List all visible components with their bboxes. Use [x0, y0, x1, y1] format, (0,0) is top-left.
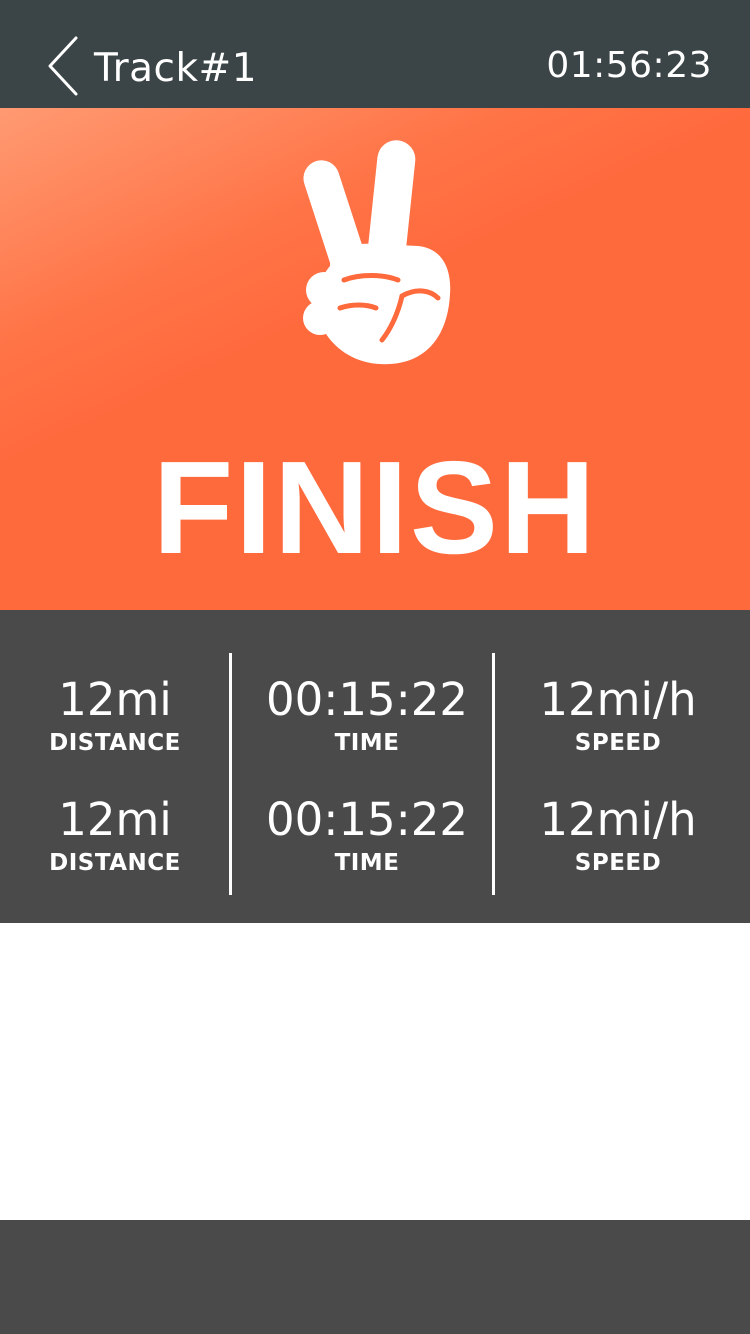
speed-stat: 12mi/h SPEED	[512, 792, 724, 878]
distance-label: DISTANCE	[49, 850, 181, 876]
time-label: TIME	[334, 730, 400, 756]
speed-label: SPEED	[574, 850, 662, 876]
peace-hand-icon	[303, 140, 451, 365]
distance-value: 12mi	[58, 673, 172, 726]
speed-value: 12mi/h	[539, 793, 697, 846]
column-divider	[492, 653, 495, 895]
time-value: 00:15:22	[265, 793, 469, 846]
finish-banner: FINISH	[0, 108, 750, 610]
time-stat: 00:15:22 TIME	[252, 672, 482, 758]
finish-title: FINISH	[152, 434, 598, 581]
distance-stat: 12mi DISTANCE	[40, 672, 190, 758]
distance-value: 12mi	[58, 793, 172, 846]
bottom-bar	[0, 1220, 750, 1334]
speed-value: 12mi/h	[539, 673, 697, 726]
top-navigation-bar: Track#1 01:56:23	[0, 0, 750, 108]
elapsed-clock: 01:56:23	[546, 45, 712, 86]
back-button[interactable]	[40, 30, 88, 102]
chevron-left-icon	[48, 36, 78, 96]
stats-panel: 12mi DISTANCE 00:15:22 TIME 12mi/h SPEED…	[0, 610, 750, 923]
distance-label: DISTANCE	[49, 730, 181, 756]
speed-stat: 12mi/h SPEED	[512, 672, 724, 758]
time-stat: 00:15:22 TIME	[252, 792, 482, 878]
empty-content-area	[0, 923, 750, 1220]
distance-stat: 12mi DISTANCE	[40, 792, 190, 878]
column-divider	[229, 653, 232, 895]
time-label: TIME	[334, 850, 400, 876]
speed-label: SPEED	[574, 730, 662, 756]
track-title: Track#1	[94, 46, 258, 91]
time-value: 00:15:22	[265, 673, 469, 726]
